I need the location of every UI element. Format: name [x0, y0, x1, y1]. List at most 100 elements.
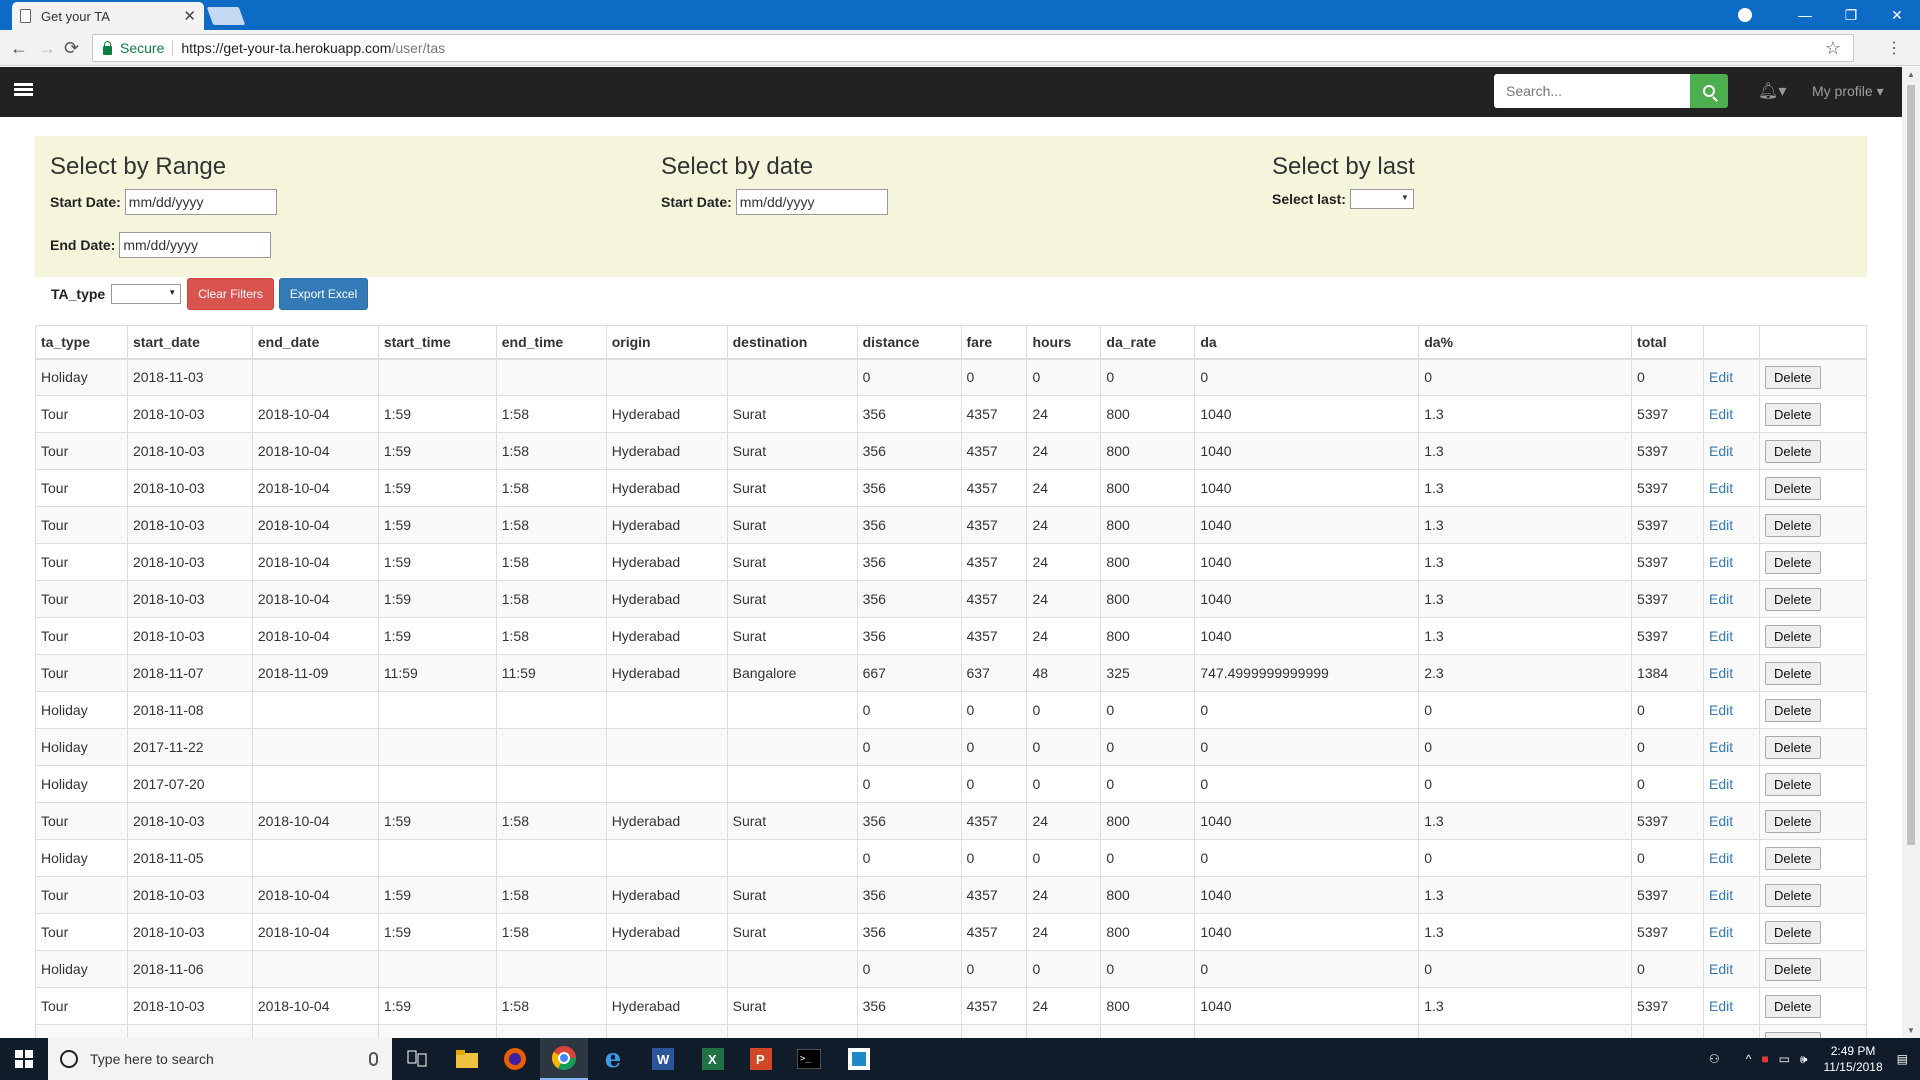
edit-link[interactable]: Edit	[1709, 665, 1733, 681]
edit-link[interactable]: Edit	[1709, 739, 1733, 755]
edit-link[interactable]: Edit	[1709, 517, 1733, 533]
windows-taskbar: Type here to search e W X P >_ ⚇ ^ ■ ▭ 🕪…	[0, 1038, 1920, 1080]
profile-icon[interactable]	[1738, 8, 1752, 22]
new-tab-button[interactable]	[206, 7, 246, 25]
table-cell: 0	[1194, 728, 1420, 766]
edit-link[interactable]: Edit	[1709, 591, 1733, 607]
ta-type-dropdown[interactable]	[111, 284, 182, 304]
clear-filters-button[interactable]: Clear Filters	[187, 278, 274, 310]
edit-link[interactable]: Edit	[1709, 813, 1733, 829]
delete-button[interactable]: Delete	[1764, 661, 1821, 685]
bell-icon[interactable]: 🔔︎▾	[1758, 81, 1786, 101]
edit-link[interactable]: Edit	[1709, 554, 1733, 570]
search-input[interactable]	[1494, 74, 1690, 108]
table-cell: 356	[856, 469, 962, 507]
delete-button[interactable]: Delete	[1764, 698, 1821, 722]
delete-button[interactable]: Delete	[1764, 587, 1821, 611]
edit-link[interactable]: Edit	[1709, 480, 1733, 496]
back-arrow-icon[interactable]: ←	[10, 38, 28, 59]
reload-icon[interactable]: ⟳	[64, 38, 79, 59]
delete-button[interactable]: Delete	[1764, 513, 1821, 537]
browser-tab[interactable]: Get your TA ✕	[12, 2, 204, 30]
taskbar-search-box[interactable]: Type here to search	[48, 1038, 392, 1080]
edit-link[interactable]: Edit	[1709, 850, 1733, 866]
vertical-scrollbar[interactable]: ▲ ▼	[1902, 67, 1920, 1038]
delete-button[interactable]: Delete	[1764, 624, 1821, 648]
edge-icon[interactable]: e	[598, 1044, 628, 1074]
search-button[interactable]	[1690, 74, 1728, 108]
browser-menu-icon[interactable]: ⋮	[1886, 38, 1902, 58]
edit-link[interactable]: Edit	[1709, 961, 1733, 977]
edit-link[interactable]: Edit	[1709, 887, 1733, 903]
delete-button[interactable]: Delete	[1764, 365, 1821, 389]
table-cell: 0	[1418, 839, 1633, 877]
word-icon[interactable]: W	[648, 1044, 678, 1074]
date-start-input[interactable]	[735, 189, 888, 215]
scroll-up-icon[interactable]: ▲	[1907, 70, 1915, 79]
delete-button[interactable]: Delete	[1764, 957, 1821, 981]
close-tab-icon[interactable]: ✕	[183, 7, 196, 25]
edit-link[interactable]: Edit	[1709, 369, 1733, 385]
select-last-dropdown[interactable]	[1349, 189, 1414, 209]
delete-button[interactable]: Delete	[1764, 772, 1821, 796]
chevron-up-icon[interactable]: ^	[1746, 1052, 1752, 1066]
network-icon[interactable]: ▭	[1779, 1052, 1790, 1066]
edit-link[interactable]: Edit	[1709, 776, 1733, 792]
edit-link[interactable]: Edit	[1709, 702, 1733, 718]
excel-icon[interactable]: X	[698, 1044, 728, 1074]
close-window-icon[interactable]: ✕	[1874, 7, 1920, 24]
range-start-date-input[interactable]	[124, 189, 277, 215]
delete-button[interactable]: Delete	[1764, 735, 1821, 759]
windows-start-icon[interactable]	[15, 1050, 33, 1068]
edit-link[interactable]: Edit	[1709, 998, 1733, 1014]
delete-button[interactable]: Delete	[1764, 402, 1821, 426]
edit-link[interactable]: Edit	[1709, 628, 1733, 644]
delete-button[interactable]: Delete	[1764, 439, 1821, 463]
delete-cell: Delete	[1758, 469, 1867, 507]
edit-link[interactable]: Edit	[1709, 443, 1733, 459]
scrollbar-thumb[interactable]	[1907, 85, 1915, 845]
delete-button[interactable]: Delete	[1764, 550, 1821, 574]
table-cell: 2018-10-03	[126, 580, 253, 618]
table-cell: 4357	[960, 913, 1028, 951]
powerpoint-icon[interactable]: P	[746, 1044, 776, 1074]
delete-button[interactable]: Delete	[1764, 883, 1821, 907]
task-view-icon[interactable]	[402, 1044, 432, 1074]
chrome-icon[interactable]	[540, 1038, 588, 1080]
volume-icon[interactable]: 🕪︎	[1800, 1052, 1808, 1067]
delete-button[interactable]: Delete	[1764, 476, 1821, 500]
table-cell: 0	[1194, 839, 1420, 877]
table-cell: Surat	[726, 876, 858, 914]
table-cell: Hyderabad	[605, 876, 728, 914]
firefox-icon[interactable]	[500, 1044, 530, 1074]
antivirus-icon[interactable]: ■	[1761, 1052, 1768, 1066]
delete-cell: Delete	[1758, 876, 1867, 914]
table-row: Holiday 2017-11-22 0 0 0 0 0 0 0 Edit Delete	[35, 728, 1867, 766]
range-end-date-input[interactable]	[119, 232, 272, 258]
edit-link[interactable]: Edit	[1709, 406, 1733, 422]
menu-list-icon[interactable]	[14, 83, 33, 100]
table-cell	[726, 358, 858, 396]
table-cell: 800	[1100, 395, 1196, 433]
file-explorer-icon[interactable]	[452, 1044, 482, 1074]
minimize-icon[interactable]: —	[1782, 7, 1828, 23]
export-excel-button[interactable]: Export Excel	[278, 278, 369, 310]
url-field[interactable]: Secure https://get-your-ta.herokuapp.com…	[92, 34, 1854, 62]
forward-arrow-icon[interactable]: →	[38, 38, 56, 59]
delete-button[interactable]: Delete	[1764, 846, 1821, 870]
app-icon[interactable]	[844, 1044, 874, 1074]
microphone-icon[interactable]	[369, 1052, 378, 1066]
scroll-down-icon[interactable]: ▼	[1907, 1026, 1915, 1035]
table-cell: 0	[1100, 1024, 1196, 1038]
delete-button[interactable]: Delete	[1764, 809, 1821, 833]
my-profile-dropdown[interactable]: My profile ▾	[1812, 83, 1884, 100]
terminal-icon[interactable]: >_	[794, 1044, 824, 1074]
delete-button[interactable]: Delete	[1764, 994, 1821, 1018]
restore-icon[interactable]: ❐	[1828, 7, 1874, 24]
clock[interactable]: 2:49 PM 11/15/2018	[1823, 1043, 1882, 1075]
edit-link[interactable]: Edit	[1709, 924, 1733, 940]
bookmark-star-icon[interactable]: ☆	[1825, 38, 1841, 59]
people-icon[interactable]: ⚇	[1709, 1052, 1720, 1066]
delete-button[interactable]: Delete	[1764, 920, 1821, 944]
notifications-icon[interactable]: ▤	[1897, 1052, 1908, 1066]
